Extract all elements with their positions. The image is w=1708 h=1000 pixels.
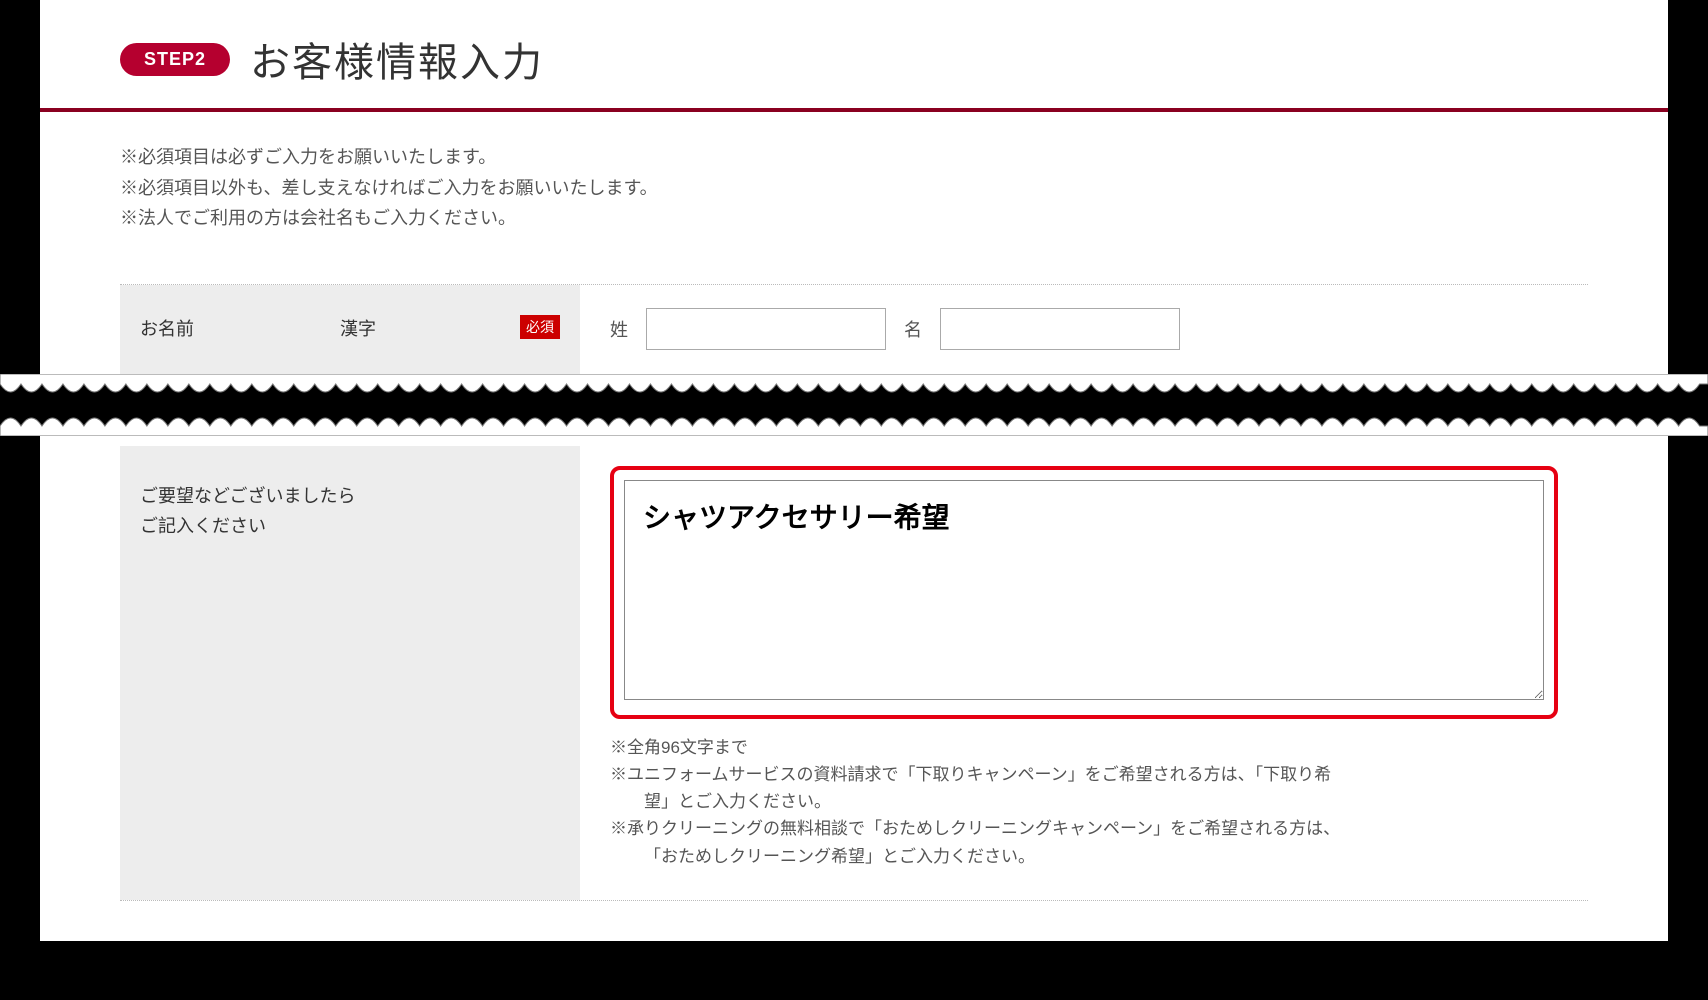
request-field-cell: ※全角96文字まで ※ユニフォームサービスの資料請求で「下取りキャンペーン」をご…	[580, 446, 1588, 900]
name-sub-label-cell: 漢字 必須	[320, 285, 580, 374]
givenname-input[interactable]	[940, 308, 1180, 350]
section-header: STEP2 お客様情報入力	[120, 0, 1588, 108]
note-cleaning-line1: ※承りクリーニングの無料相談で「おためしクリーニングキャンペーン」をご希望される…	[610, 815, 1558, 842]
note-uniform-line2: 望」とご入力ください。	[610, 788, 1558, 815]
textarea-highlight-box	[610, 466, 1558, 719]
request-label: ご要望などございましたら ご記入ください	[120, 446, 580, 900]
title-divider	[40, 108, 1668, 112]
request-label-line2: ご記入ください	[140, 516, 266, 536]
request-textarea[interactable]	[624, 480, 1544, 700]
request-notes: ※全角96文字まで ※ユニフォームサービスの資料請求で「下取りキャンペーン」をご…	[610, 734, 1558, 870]
instruction-line: ※必須項目以外も、差し支えなければご入力をお願いいたします。	[120, 173, 1588, 204]
section-break-wavy	[0, 375, 1708, 435]
note-char-limit: ※全角96文字まで	[610, 734, 1558, 761]
kanji-label: 漢字	[340, 315, 376, 341]
note-cleaning-line2: 「おためしクリーニング希望」とご入力ください。	[610, 843, 1558, 870]
name-row: お名前 漢字 必須 姓 名	[120, 285, 1588, 375]
required-tag: 必須	[520, 315, 560, 339]
surname-label: 姓	[610, 316, 628, 342]
surname-input[interactable]	[646, 308, 886, 350]
instructions-block: ※必須項目は必ずご入力をお願いいたします。 ※必須項目以外も、差し支えなければご…	[120, 142, 1588, 234]
instruction-line: ※法人でご利用の方は会社名もご入力ください。	[120, 203, 1588, 234]
request-row: ご要望などございましたら ご記入ください ※全角96文字まで ※ユニフォームサー…	[120, 446, 1588, 901]
page-title: お客様情報入力	[250, 30, 544, 88]
name-input-cell: 姓 名	[580, 285, 1588, 374]
givenname-label: 名	[904, 316, 922, 342]
instruction-line: ※必須項目は必ずご入力をお願いいたします。	[120, 142, 1588, 173]
note-uniform-line1: ※ユニフォームサービスの資料請求で「下取りキャンペーン」をご希望される方は、「下…	[610, 761, 1558, 788]
step-badge: STEP2	[120, 43, 230, 76]
name-label: お名前	[120, 285, 320, 374]
request-label-line1: ご要望などございましたら	[140, 486, 355, 506]
